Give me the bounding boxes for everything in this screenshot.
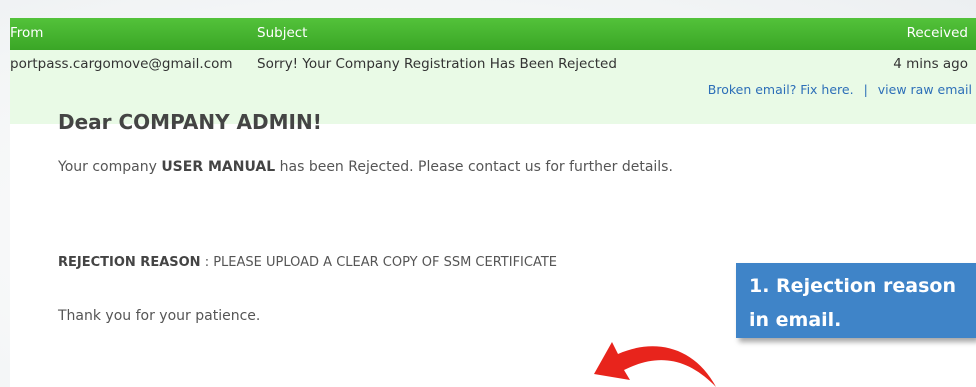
link-separator: | <box>863 82 868 97</box>
email-closing: Thank you for your patience. <box>58 308 261 324</box>
rejection-reason-label: REJECTION REASON <box>58 255 201 270</box>
email-greeting: Dear COMPANY ADMIN! <box>58 110 322 134</box>
fix-email-link[interactable]: Broken email? Fix here. <box>708 82 854 97</box>
email-subject: Sorry! Your Company Registration Has Bee… <box>257 56 617 72</box>
email-sender: portpass.cargomove@gmail.com <box>10 56 233 72</box>
paragraph-text-start: Your company <box>58 159 162 175</box>
inbox-header-row: From Subject Received <box>10 18 976 50</box>
annotation-callout: 1. Rejection reason in email. <box>736 263 976 338</box>
view-raw-email-link[interactable]: view raw email <box>878 82 972 97</box>
email-links: Broken email? Fix here. | view raw email <box>708 82 972 97</box>
callout-line-1: 1. Rejection reason <box>749 275 956 297</box>
company-name: USER MANUAL <box>161 159 276 175</box>
email-received-time: 4 mins ago <box>893 56 968 72</box>
column-header-subject[interactable]: Subject <box>257 25 307 41</box>
rejection-reason-text: : PLEASE UPLOAD A CLEAR COPY OF SSM CERT… <box>200 255 557 270</box>
paragraph-text-end: has been Rejected. Please contact us for… <box>275 159 673 175</box>
email-paragraph-rejected: Your company USER MANUAL has been Reject… <box>58 159 673 175</box>
email-row[interactable]: portpass.cargomove@gmail.com Sorry! Your… <box>10 50 976 78</box>
callout-line-2: in email. <box>749 309 842 331</box>
column-header-from[interactable]: From <box>10 25 43 41</box>
column-header-received[interactable]: Received <box>907 25 968 41</box>
curved-arrow-icon <box>594 342 716 387</box>
email-rejection-reason: REJECTION REASON : PLEASE UPLOAD A CLEAR… <box>58 255 557 270</box>
